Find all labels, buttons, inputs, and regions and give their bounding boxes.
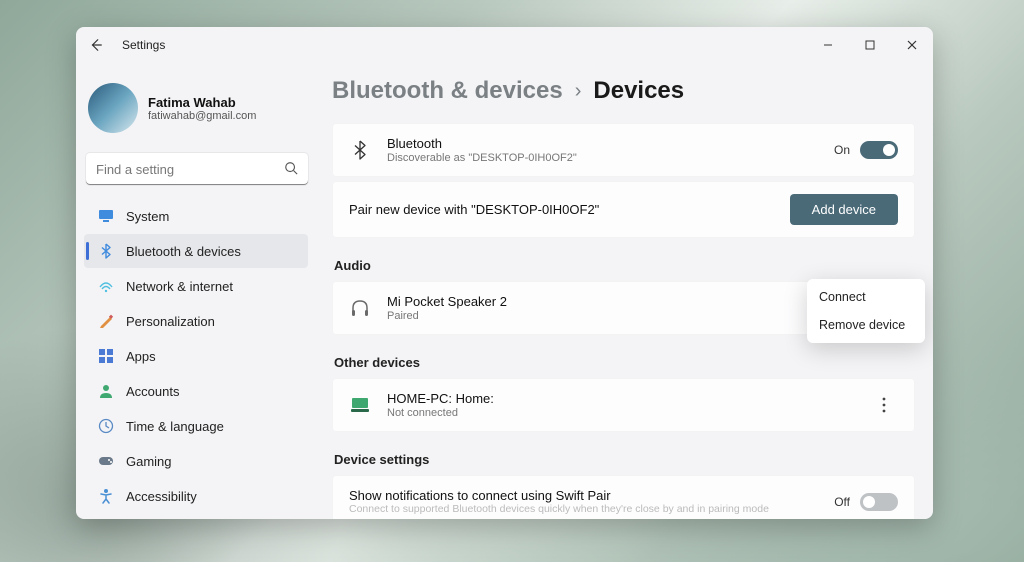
sidebar-item-system[interactable]: System bbox=[84, 199, 308, 233]
breadcrumb-parent[interactable]: Bluetooth & devices bbox=[332, 77, 563, 105]
minimize-button[interactable] bbox=[807, 30, 849, 60]
apps-icon bbox=[98, 348, 114, 364]
section-header-other: Other devices bbox=[334, 355, 915, 370]
profile-text: Fatima Wahab fatiwahab@gmail.com bbox=[148, 95, 256, 122]
back-button[interactable] bbox=[88, 37, 104, 53]
sidebar-item-label: Personalization bbox=[126, 314, 215, 329]
search-icon bbox=[284, 161, 298, 180]
audio-device-status: Paired bbox=[387, 310, 870, 322]
minimize-icon bbox=[823, 40, 833, 50]
system-icon bbox=[98, 208, 114, 224]
close-icon bbox=[907, 40, 917, 50]
network-icon bbox=[98, 278, 114, 294]
section-header-device-settings: Device settings bbox=[334, 452, 915, 467]
other-device-row[interactable]: HOME-PC: Home: Not connected bbox=[332, 378, 915, 432]
time-language-icon bbox=[98, 418, 114, 434]
bluetooth-title: Bluetooth bbox=[387, 136, 834, 151]
avatar bbox=[88, 83, 138, 133]
pair-text-wrap: Pair new device with "DESKTOP-0IH0OF2" bbox=[349, 202, 790, 217]
search-wrap bbox=[86, 153, 308, 185]
sidebar-item-time-language[interactable]: Time & language bbox=[84, 409, 308, 443]
more-vertical-icon bbox=[882, 397, 886, 413]
accounts-icon bbox=[98, 383, 114, 399]
arrow-left-icon bbox=[89, 38, 103, 52]
accessibility-icon bbox=[98, 488, 114, 504]
sidebar-item-bluetooth-devices[interactable]: Bluetooth & devices bbox=[84, 234, 308, 268]
device-context-menu: Connect Remove device bbox=[807, 279, 925, 343]
close-button[interactable] bbox=[891, 30, 933, 60]
bluetooth-row: Bluetooth Discoverable as "DESKTOP-0IH0O… bbox=[332, 123, 915, 177]
titlebar: Settings bbox=[76, 27, 933, 63]
sidebar-item-privacy[interactable]: Privacy & security bbox=[84, 514, 308, 519]
sidebar-item-label: Accounts bbox=[126, 384, 179, 399]
swift-pair-title: Show notifications to connect using Swif… bbox=[349, 488, 834, 503]
sidebar-item-label: Gaming bbox=[126, 454, 172, 469]
sidebar-item-label: Network & internet bbox=[126, 279, 233, 294]
bluetooth-toggle-label: On bbox=[834, 143, 850, 157]
settings-window: Settings Fatima Wahab fatiwahab@gmail.co… bbox=[76, 27, 933, 519]
personalization-icon bbox=[98, 313, 114, 329]
profile[interactable]: Fatima Wahab fatiwahab@gmail.com bbox=[84, 71, 316, 151]
bluetooth-text: Bluetooth Discoverable as "DESKTOP-0IH0O… bbox=[387, 136, 834, 164]
other-device-text: HOME-PC: Home: Not connected bbox=[387, 391, 870, 419]
swift-pair-row: Show notifications to connect using Swif… bbox=[332, 475, 915, 519]
swift-pair-toggle[interactable] bbox=[860, 493, 898, 511]
sidebar-item-personalization[interactable]: Personalization bbox=[84, 304, 308, 338]
menu-item-connect[interactable]: Connect bbox=[807, 283, 925, 311]
bluetooth-icon bbox=[349, 140, 371, 160]
titlebar-left: Settings bbox=[88, 37, 165, 53]
profile-email: fatiwahab@gmail.com bbox=[148, 110, 256, 122]
swift-pair-subtitle: Connect to supported Bluetooth devices q… bbox=[349, 503, 769, 515]
nav: System Bluetooth & devices Network & int… bbox=[84, 199, 316, 519]
maximize-icon bbox=[865, 40, 875, 50]
main: Bluetooth & devices › Devices Bluetooth … bbox=[316, 63, 933, 519]
headphones-icon bbox=[349, 297, 371, 319]
sidebar-item-label: Accessibility bbox=[126, 489, 197, 504]
menu-item-remove-device[interactable]: Remove device bbox=[807, 311, 925, 339]
sidebar-item-label: Bluetooth & devices bbox=[126, 244, 241, 259]
other-device-more-button[interactable] bbox=[870, 391, 898, 419]
sidebar-item-gaming[interactable]: Gaming bbox=[84, 444, 308, 478]
sidebar-item-label: Time & language bbox=[126, 419, 224, 434]
swift-pair-toggle-label: Off bbox=[834, 495, 850, 509]
profile-name: Fatima Wahab bbox=[148, 95, 256, 110]
pair-row: Pair new device with "DESKTOP-0IH0OF2" A… bbox=[332, 181, 915, 238]
page-title: Devices bbox=[593, 77, 684, 105]
sidebar-item-accounts[interactable]: Accounts bbox=[84, 374, 308, 408]
bluetooth-subtitle: Discoverable as "DESKTOP-0IH0OF2" bbox=[387, 152, 834, 164]
window-controls bbox=[807, 30, 933, 60]
sidebar: Fatima Wahab fatiwahab@gmail.com System … bbox=[76, 63, 316, 519]
section-header-audio: Audio bbox=[334, 258, 915, 273]
bluetooth-icon bbox=[98, 243, 114, 259]
audio-device-text: Mi Pocket Speaker 2 Paired bbox=[387, 294, 870, 322]
bluetooth-toggle[interactable] bbox=[860, 141, 898, 159]
toggle-knob bbox=[883, 144, 895, 156]
content: Fatima Wahab fatiwahab@gmail.com System … bbox=[76, 63, 933, 519]
window-title: Settings bbox=[122, 38, 165, 52]
toggle-knob bbox=[863, 496, 875, 508]
maximize-button[interactable] bbox=[849, 30, 891, 60]
search-input[interactable] bbox=[86, 153, 308, 185]
computer-icon bbox=[349, 394, 371, 416]
pair-text: Pair new device with "DESKTOP-0IH0OF2" bbox=[349, 202, 790, 217]
swift-pair-text: Show notifications to connect using Swif… bbox=[349, 488, 834, 515]
other-device-name: HOME-PC: Home: bbox=[387, 391, 870, 406]
sidebar-item-network[interactable]: Network & internet bbox=[84, 269, 308, 303]
sidebar-item-label: Apps bbox=[126, 349, 156, 364]
gaming-icon bbox=[98, 453, 114, 469]
other-device-status: Not connected bbox=[387, 407, 870, 419]
breadcrumb: Bluetooth & devices › Devices bbox=[332, 67, 915, 123]
audio-device-name: Mi Pocket Speaker 2 bbox=[387, 294, 870, 309]
sidebar-item-label: System bbox=[126, 209, 169, 224]
sidebar-item-accessibility[interactable]: Accessibility bbox=[84, 479, 308, 513]
sidebar-item-apps[interactable]: Apps bbox=[84, 339, 308, 373]
chevron-right-icon: › bbox=[575, 80, 582, 103]
add-device-button[interactable]: Add device bbox=[790, 194, 898, 225]
